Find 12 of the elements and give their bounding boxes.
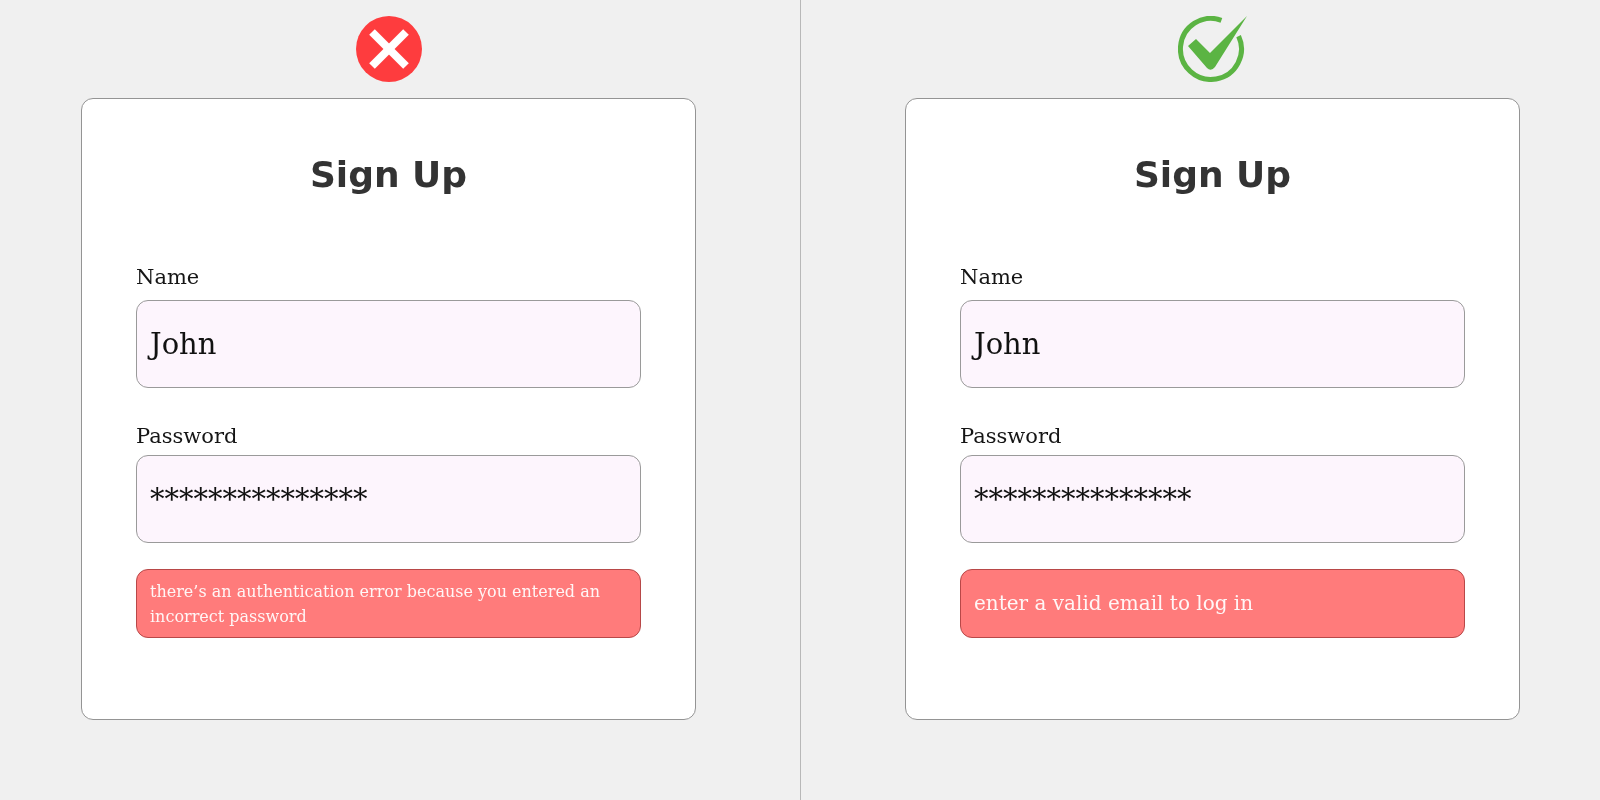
- form-title: Sign Up: [1133, 155, 1292, 195]
- error-message: enter a valid email to log in: [960, 569, 1465, 638]
- error-message: there’s an authentication error because you entered an incorrect password: [136, 569, 641, 638]
- input-field[interactable]: John: [136, 300, 641, 388]
- form-title: Sign Up: [309, 155, 468, 195]
- input-field[interactable]: ***************: [960, 455, 1465, 543]
- field-label: Name: [960, 264, 1024, 290]
- field-label: Password: [136, 423, 238, 449]
- field-label: Name: [136, 264, 200, 290]
- input-field[interactable]: ***************: [136, 455, 641, 543]
- field-label: Password: [960, 423, 1062, 449]
- input-field[interactable]: John: [960, 300, 1465, 388]
